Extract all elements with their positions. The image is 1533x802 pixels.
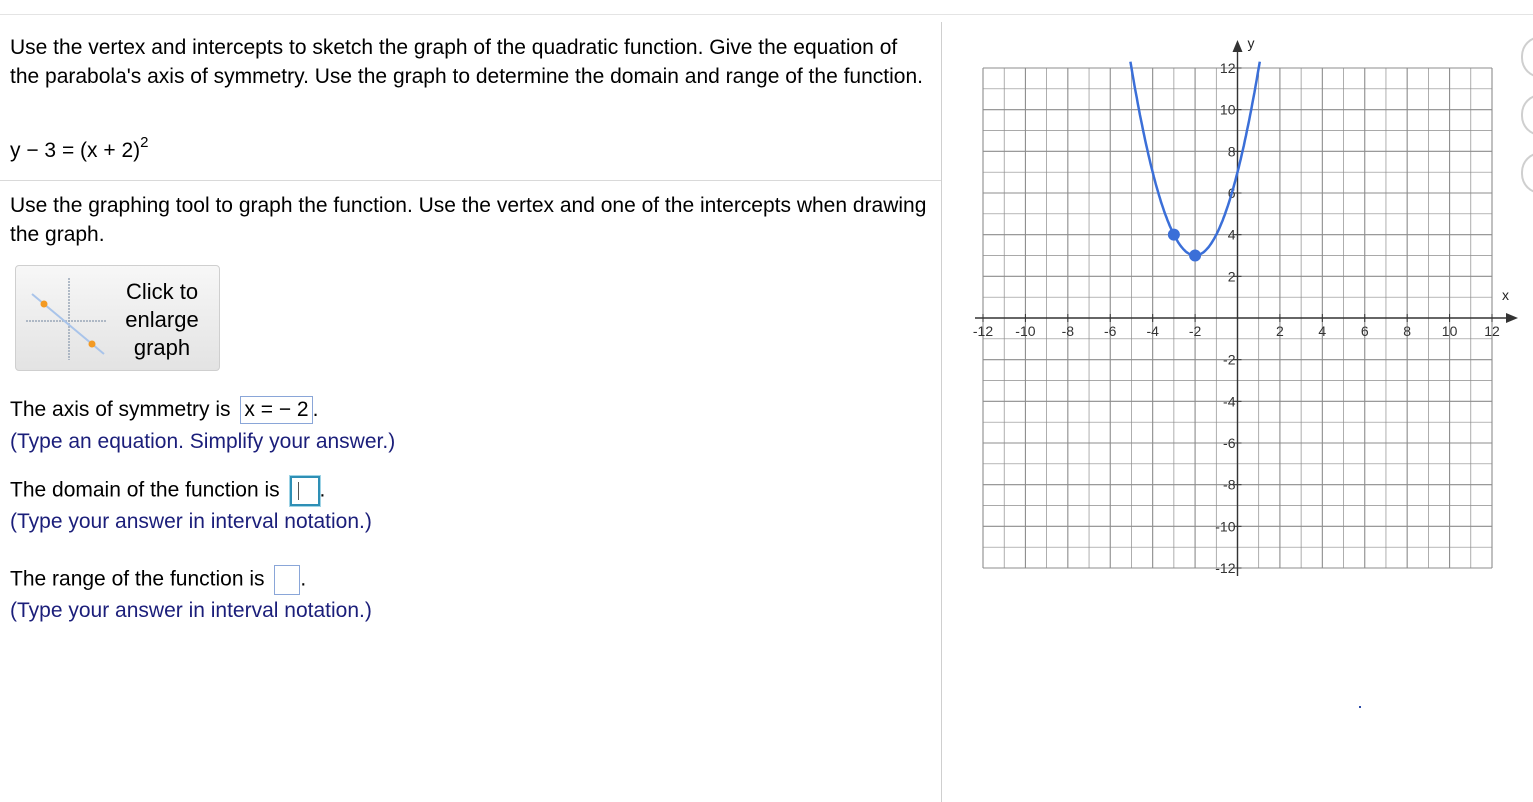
panel-divider xyxy=(941,22,942,802)
domain-prefix: The domain of the function is xyxy=(10,478,280,502)
top-rule xyxy=(0,14,1533,15)
x-tick-label: -6 xyxy=(1104,323,1117,339)
y-tick-label: -12 xyxy=(1215,560,1235,576)
axis-hint: (Type an equation. Simplify your answer.… xyxy=(10,430,396,453)
plotted-point[interactable] xyxy=(1189,249,1202,262)
domain-answer-input[interactable] xyxy=(289,476,320,506)
equation-base: y − 3 = (x + 2) xyxy=(10,139,141,162)
enlarge-graph-label: Click to enlarge graph xyxy=(125,279,199,360)
x-tick-label: -10 xyxy=(1015,323,1035,339)
function-equation: y − 3 = (x + 2)2 xyxy=(10,134,149,163)
x-tick-label: 6 xyxy=(1361,323,1369,339)
range-line: The range of the function is . xyxy=(10,565,306,595)
graphing-instructions: Use the graphing tool to graph the funct… xyxy=(10,194,927,246)
x-tick-label: 4 xyxy=(1318,323,1326,339)
y-tick-label: 12 xyxy=(1220,60,1236,76)
x-tick-label: -12 xyxy=(973,323,993,339)
x-axis-label: x xyxy=(1502,287,1509,303)
axis-prefix: The axis of symmetry is xyxy=(10,398,231,421)
y-tick-label: 8 xyxy=(1228,143,1236,159)
range-suffix: . xyxy=(300,567,307,591)
domain-hint: (Type your answer in interval notation.) xyxy=(10,510,372,533)
coordinate-graph[interactable]: xy -12 -10 -8 -6 -4 -2 2 4 6 8 10 1212108642-2-4-6-… xyxy=(960,30,1530,585)
y-tick-label: 2 xyxy=(1228,268,1236,284)
plotted-point[interactable] xyxy=(1167,228,1180,241)
range-hint: (Type your answer in interval notation.) xyxy=(10,599,372,622)
y-tick-label: -8 xyxy=(1223,477,1236,493)
x-tick-label: 12 xyxy=(1484,323,1500,339)
question-text: Use the vertex and intercepts to sketch … xyxy=(10,36,923,88)
y-tick-label: 4 xyxy=(1228,227,1236,243)
graph-thumbnail-icon xyxy=(26,278,106,360)
y-axis-label: y xyxy=(1248,35,1255,51)
x-tick-label: 8 xyxy=(1403,323,1411,339)
x-tick-label: -4 xyxy=(1146,323,1159,339)
x-tick-label: 2 xyxy=(1276,323,1284,339)
axis-suffix: . xyxy=(312,398,319,421)
y-tick-label: -4 xyxy=(1223,393,1236,409)
axis-of-symmetry-line: The axis of symmetry is x = − 2. xyxy=(10,396,318,424)
domain-line: The domain of the function is . xyxy=(10,476,325,506)
y-tick-label: -6 xyxy=(1223,435,1236,451)
x-tick-label: 10 xyxy=(1442,323,1458,339)
x-tick-label: -2 xyxy=(1189,323,1202,339)
stray-dot xyxy=(1359,706,1361,708)
range-prefix: The range of the function is xyxy=(10,567,265,591)
y-tick-label: -10 xyxy=(1215,518,1235,534)
equation-exponent: 2 xyxy=(140,134,149,151)
enlarge-graph-button[interactable]: Click to enlarge graph xyxy=(15,265,220,371)
x-axis-arrow xyxy=(1506,313,1518,323)
axis-answer-box[interactable]: x = − 2 xyxy=(240,396,313,424)
y-axis-arrow xyxy=(1232,40,1243,52)
domain-suffix: . xyxy=(319,478,326,502)
section-separator xyxy=(0,180,941,181)
y-tick-label: -2 xyxy=(1223,352,1236,368)
graph-axes: xy xyxy=(975,35,1518,576)
x-tick-label: -8 xyxy=(1062,323,1075,339)
range-answer-input[interactable] xyxy=(274,565,301,595)
y-tick-label: 10 xyxy=(1220,102,1236,118)
